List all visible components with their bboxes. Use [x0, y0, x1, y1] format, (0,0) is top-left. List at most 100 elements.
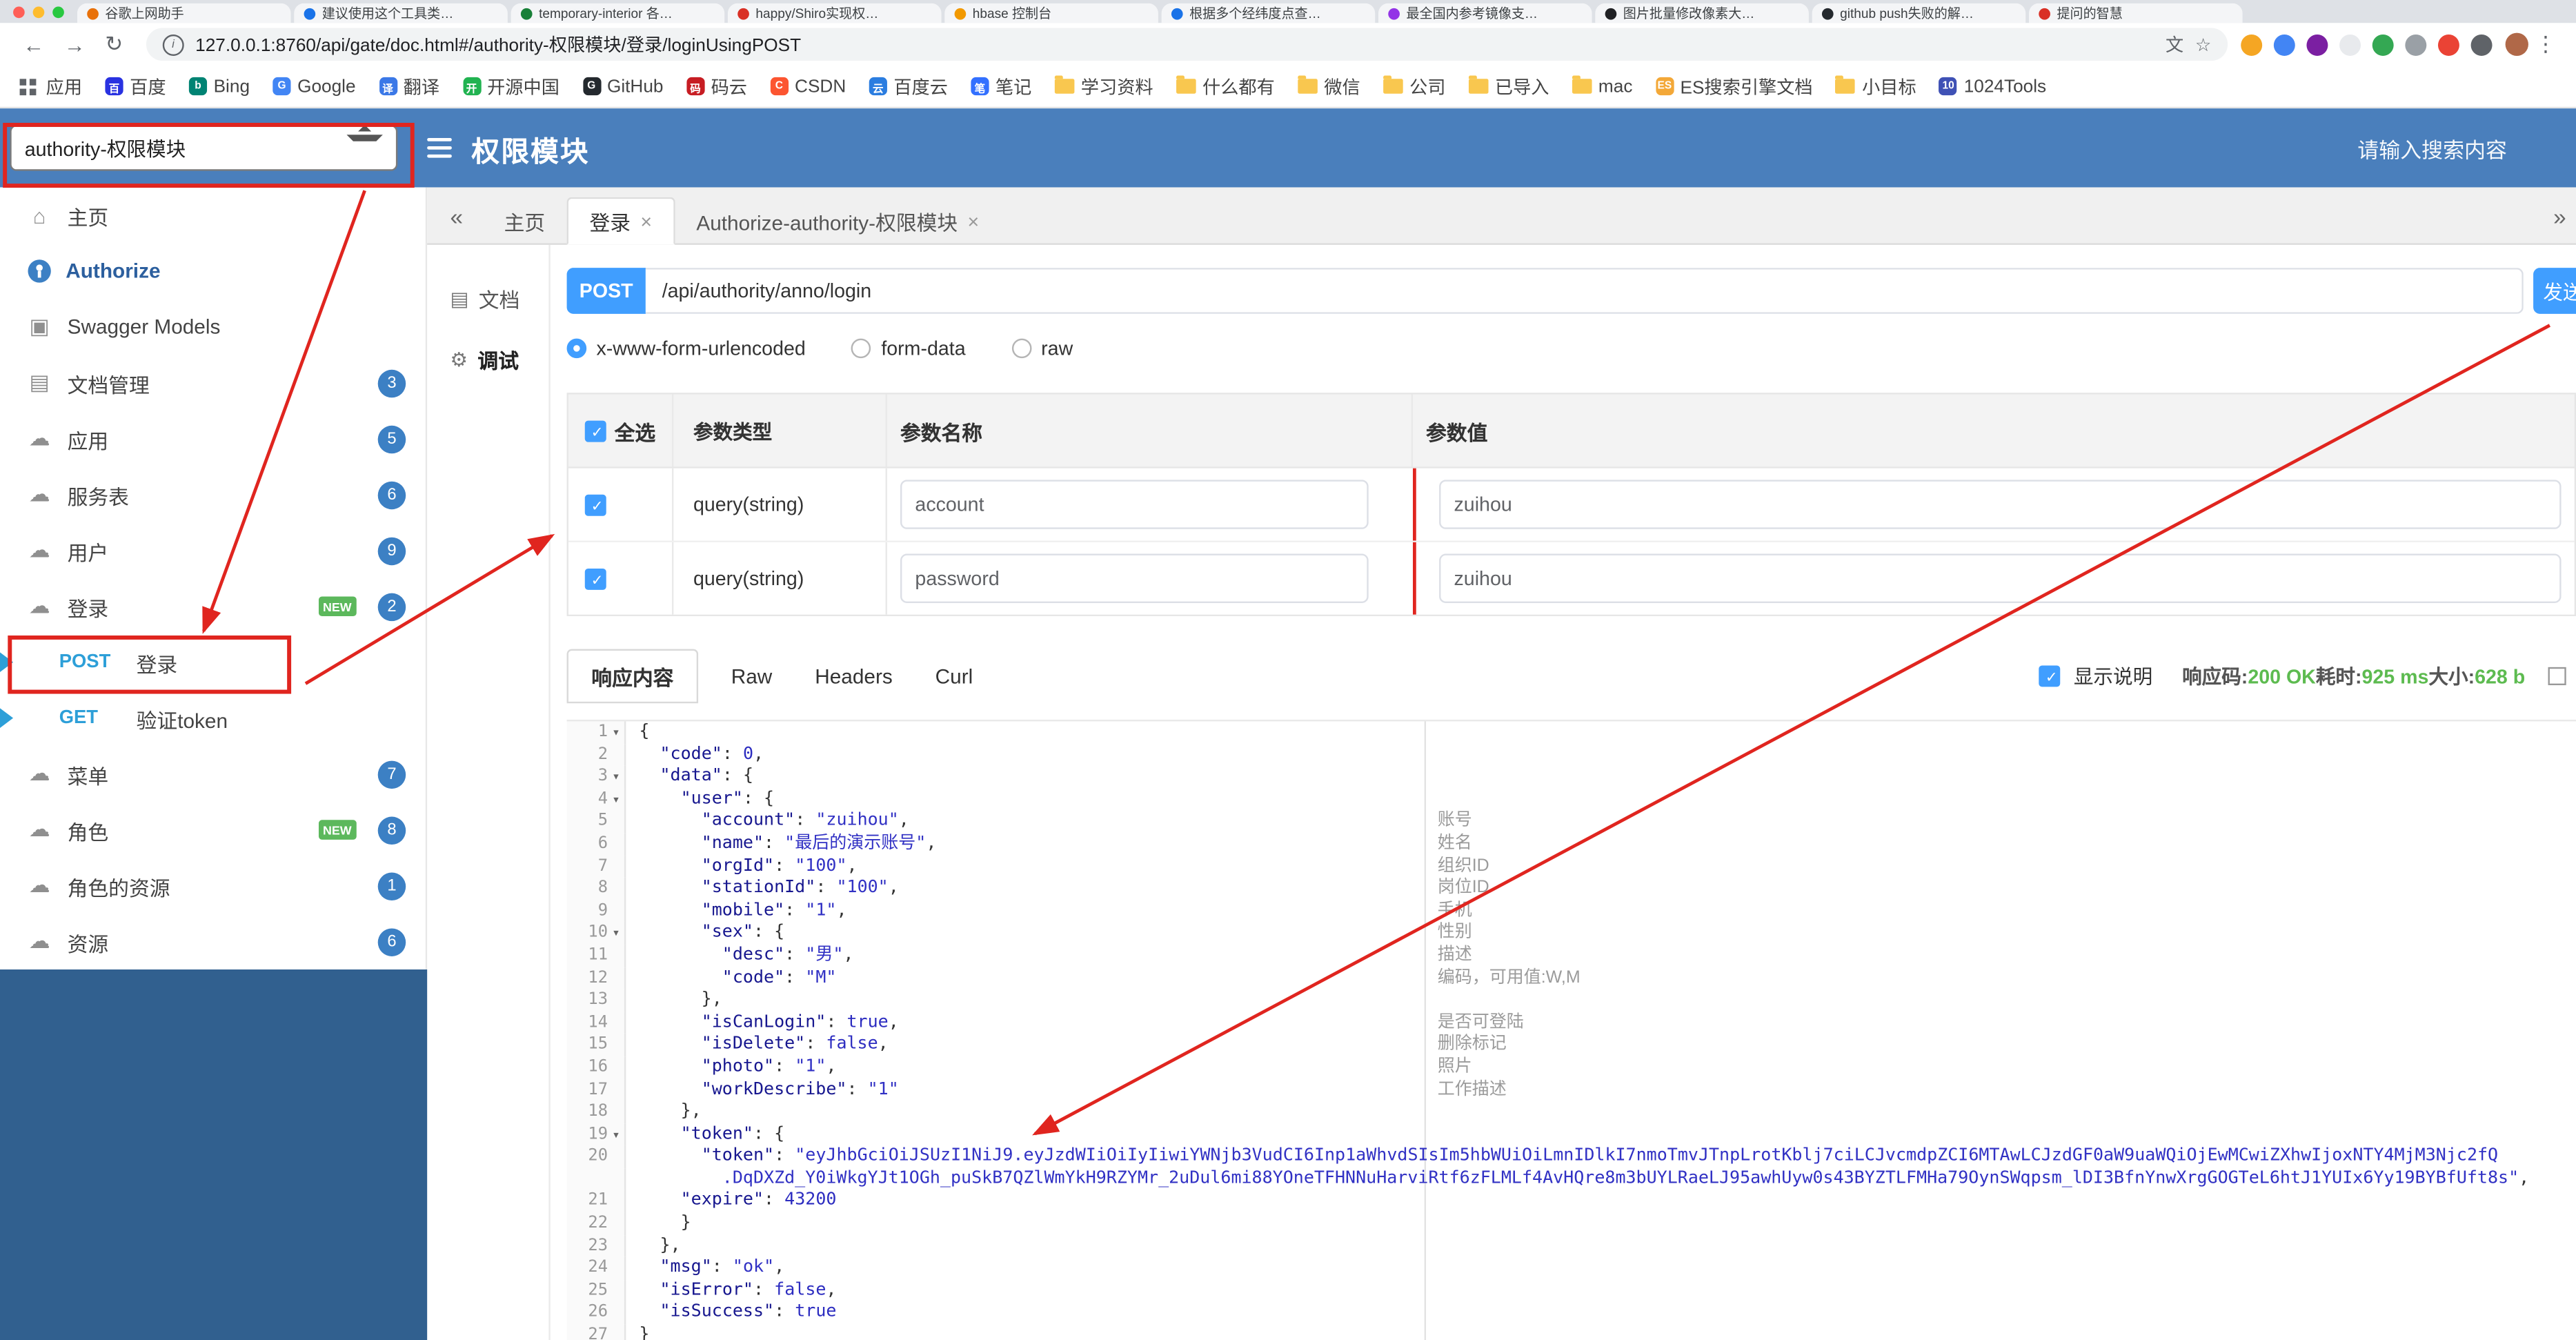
select-all-checkbox[interactable]	[584, 420, 608, 443]
bookmark-item[interactable]: 已导入	[1468, 73, 1549, 99]
extension-icon[interactable]	[2273, 33, 2295, 55]
bookmark-item[interactable]: G GitHub	[582, 77, 664, 96]
radio-icon[interactable]	[1011, 338, 1031, 359]
content-type-option[interactable]: form-data	[851, 337, 966, 360]
param-checkbox[interactable]	[584, 493, 608, 517]
profile-avatar[interactable]	[2505, 32, 2528, 56]
extension-icon[interactable]	[2372, 33, 2394, 55]
sidebar-item[interactable]: Authorize	[0, 243, 426, 299]
content-tab[interactable]: 登录 ×	[566, 197, 675, 245]
browser-menu-icon[interactable]: ⋮	[2535, 31, 2556, 57]
param-value-input[interactable]	[1439, 553, 2562, 603]
extension-icon[interactable]	[2306, 33, 2328, 55]
param-value-input[interactable]	[1439, 480, 2562, 529]
extension-icon[interactable]	[2437, 33, 2459, 55]
bookmark-item[interactable]: 学习资料	[1054, 73, 1153, 99]
extension-icon[interactable]	[2339, 33, 2361, 55]
fold-caret-icon[interactable]: ▾	[608, 789, 624, 811]
sidebar-item[interactable]: ☁ 资源 6	[0, 914, 426, 969]
window-controls[interactable]	[13, 6, 64, 19]
bookmark-item[interactable]: C CSDN	[770, 77, 846, 96]
radio-icon[interactable]	[566, 338, 587, 359]
fold-caret-icon[interactable]: ▾	[608, 721, 624, 743]
bookmark-item[interactable]: 什么都有	[1176, 73, 1275, 99]
docnav-item-调试[interactable]: ⚙ 调试	[427, 328, 548, 389]
page-info-icon[interactable]: i	[162, 33, 184, 55]
close-window-icon[interactable]	[13, 6, 25, 19]
url-omnibox[interactable]: i 127.0.0.1:8760/api/gate/doc.html#/auth…	[146, 28, 2228, 61]
bookmark-item[interactable]: 译翻译	[378, 73, 439, 99]
bookmark-item[interactable]: ES ES搜索引擎文档	[1655, 73, 1813, 99]
back-icon[interactable]: ←	[23, 32, 44, 57]
sidebar-item[interactable]: ☁ 应用 5	[0, 411, 426, 466]
sidebar-item[interactable]: ☁ 角色 NEW 8	[0, 802, 426, 858]
browser-tab[interactable]: 提问的智慧	[2029, 3, 2243, 23]
browser-tab[interactable]: 图片批量修改像素大…	[1595, 3, 1809, 23]
sidebar-item-post-endpoint[interactable]: POST 登录	[0, 634, 426, 690]
browser-tab[interactable]: 建议使用这个工具类…	[294, 3, 508, 23]
sidebar-item[interactable]: ☁ 角色的资源 1	[0, 858, 426, 914]
param-checkbox[interactable]	[584, 567, 608, 591]
browser-tab[interactable]: 根据多个经纬度点查…	[1161, 3, 1376, 23]
sidebar-item[interactable]: ☁ 用户 9	[0, 522, 426, 578]
extension-icon[interactable]	[2241, 33, 2263, 55]
response-tab[interactable]: Headers	[815, 664, 893, 687]
translate-icon[interactable]: 文	[2166, 31, 2183, 57]
fullscreen-icon[interactable]	[2548, 667, 2566, 686]
sidebar-item[interactable]: ▤ 文档管理 3	[0, 355, 426, 411]
close-tab-icon[interactable]: ×	[967, 210, 979, 233]
sidebar-item[interactable]: ☁ 菜单 7	[0, 746, 426, 802]
module-select[interactable]: authority-权限模块	[10, 124, 398, 171]
fold-caret-icon[interactable]: ▾	[608, 766, 624, 788]
show-description-checkbox[interactable]	[2039, 665, 2062, 689]
bookmark-star-icon[interactable]: ☆	[2195, 34, 2212, 55]
bookmark-item[interactable]: 小目标	[1835, 73, 1916, 99]
minimize-window-icon[interactable]	[32, 6, 45, 19]
bookmark-item[interactable]: 公司	[1383, 73, 1445, 99]
extension-icon[interactable]	[2405, 33, 2427, 55]
response-tab[interactable]: Raw	[731, 664, 773, 687]
browser-tab[interactable]: github push失败的解…	[1812, 3, 2026, 23]
bookmark-item[interactable]: G Google	[273, 77, 356, 96]
browser-tab[interactable]: happy/Shiro实现权…	[727, 3, 942, 23]
extension-icon[interactable]	[2470, 33, 2493, 55]
content-tab[interactable]: 主页	[483, 199, 566, 243]
expand-tabs-icon[interactable]: »	[2553, 204, 2566, 230]
param-name-input[interactable]	[900, 553, 1369, 603]
send-button[interactable]: 发送	[2533, 268, 2576, 314]
docnav-item-文档[interactable]: ▤ 文档	[427, 268, 548, 328]
sidebar-item[interactable]: ☁ 登录 NEW 2	[0, 578, 426, 634]
menu-hamburger-icon[interactable]	[427, 138, 452, 158]
bookmark-item[interactable]: 开开源中国	[462, 73, 559, 99]
sidebar-item[interactable]: ▣ Swagger Models	[0, 299, 426, 355]
content-tab[interactable]: Authorize-authority-权限模块 ×	[675, 199, 1000, 243]
sidebar-item[interactable]: ⌂ 主页	[0, 187, 426, 243]
browser-tab[interactable]: 最全国内参考镜像支…	[1378, 3, 1592, 23]
search-input[interactable]: 请输入搜索内容	[2357, 132, 2507, 164]
browser-tab[interactable]: hbase 控制台	[944, 3, 1158, 23]
param-name-input[interactable]	[900, 480, 1369, 529]
browser-tab[interactable]: temporary-interior 各…	[511, 3, 725, 23]
content-type-option[interactable]: x-www-form-urlencoded	[566, 337, 806, 360]
sidebar-item-get-endpoint[interactable]: GET 验证token	[0, 690, 426, 746]
bookmark-item[interactable]: 微信	[1298, 73, 1360, 99]
bookmark-item[interactable]: 百百度	[105, 73, 166, 99]
forward-icon[interactable]: →	[64, 32, 86, 57]
reload-icon[interactable]: ↻	[105, 31, 123, 57]
fold-caret-icon[interactable]: ▾	[608, 1123, 624, 1145]
request-path-input[interactable]	[645, 268, 2524, 314]
close-tab-icon[interactable]: ×	[640, 210, 652, 233]
content-type-option[interactable]: raw	[1011, 337, 1073, 360]
bookmark-item[interactable]: b Bing	[188, 77, 250, 96]
radio-icon[interactable]	[851, 338, 872, 359]
bookmark-item[interactable]: 应用	[17, 73, 82, 99]
bookmark-item[interactable]: 码码云	[686, 73, 747, 99]
bookmark-item[interactable]: 10 1024Tools	[1939, 77, 2046, 96]
response-tab[interactable]: Curl	[935, 664, 973, 687]
bookmark-item[interactable]: 笔笔记	[971, 73, 1031, 99]
browser-tab[interactable]: 谷歌上网助手	[77, 3, 291, 23]
sidebar-item[interactable]: ☁ 服务表 6	[0, 466, 426, 522]
response-tab[interactable]: 响应内容	[566, 649, 699, 704]
fold-caret-icon[interactable]: ▾	[608, 923, 624, 945]
bookmark-item[interactable]: 云百度云	[869, 73, 948, 99]
